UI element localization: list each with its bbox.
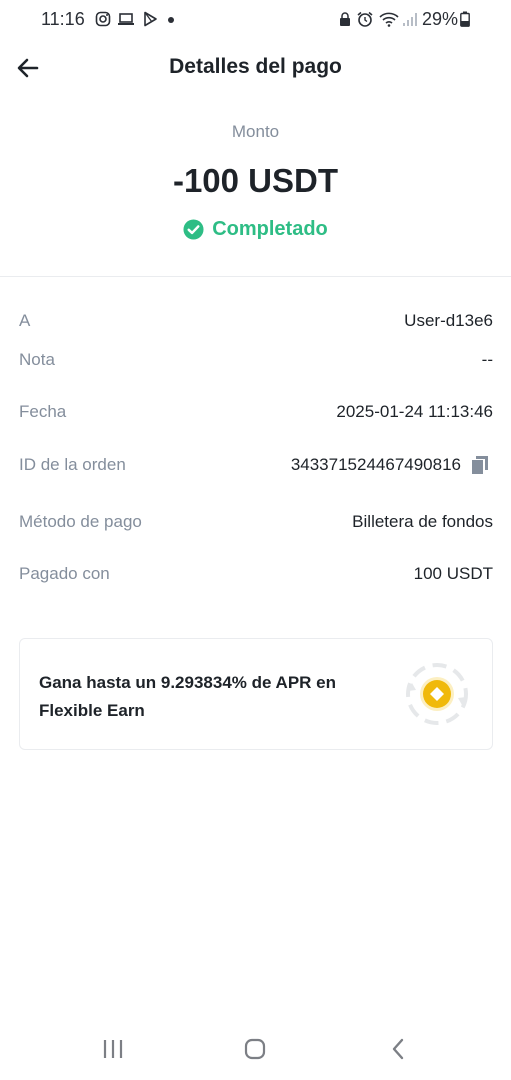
earn-promo-line1: Gana hasta un 9.293834% de APR en bbox=[39, 673, 336, 692]
earn-promo-line2: Flexible Earn bbox=[39, 701, 145, 720]
alarm-icon bbox=[357, 11, 373, 27]
earn-promo-text: Gana hasta un 9.293834% de APR en Flexib… bbox=[39, 669, 359, 725]
detail-value: -- bbox=[481, 350, 493, 369]
home-icon[interactable] bbox=[244, 1038, 266, 1060]
detail-value: 2025-01-24 11:13:46 bbox=[336, 402, 493, 421]
detail-value: 100 USDT bbox=[413, 564, 493, 583]
status-time: 11:16 bbox=[41, 9, 85, 29]
system-nav-bar bbox=[0, 1020, 511, 1080]
detail-label: Pagado con bbox=[19, 564, 110, 583]
detail-value: User-d13e6 bbox=[404, 311, 493, 330]
detail-row-order-id: ID de la orden 343371524467490816 bbox=[19, 455, 493, 479]
status-badge: Completado bbox=[0, 218, 511, 241]
notification-dot bbox=[168, 17, 174, 23]
detail-row-date: Fecha 2025-01-24 11:13:46 bbox=[19, 402, 493, 426]
earn-coin-icon bbox=[406, 663, 468, 725]
lock-icon bbox=[340, 12, 350, 26]
back-nav-icon[interactable] bbox=[388, 1038, 410, 1060]
battery-percent: 29% bbox=[422, 9, 459, 29]
signal-icon bbox=[403, 13, 417, 26]
detail-label: Nota bbox=[19, 350, 55, 369]
detail-label: ID de la orden bbox=[19, 455, 126, 474]
status-text: Completado bbox=[212, 218, 328, 240]
amount-label: Monto bbox=[231, 122, 280, 141]
instagram-icon bbox=[95, 11, 111, 27]
section-divider bbox=[0, 276, 511, 277]
amount-value: -100 USDT bbox=[172, 162, 339, 199]
check-circle-icon bbox=[183, 219, 204, 240]
detail-row-payment-method: Método de pago Billetera de fondos bbox=[19, 512, 493, 536]
wifi-icon bbox=[379, 12, 399, 27]
detail-label: Fecha bbox=[19, 402, 67, 421]
app-header: Detalles del pago bbox=[0, 40, 511, 96]
detail-row-note: Nota -- bbox=[19, 350, 493, 374]
detail-label: A bbox=[19, 311, 31, 330]
detail-row-recipient: A User-d13e6 bbox=[19, 311, 493, 335]
detail-row-paid-with: Pagado con 100 USDT bbox=[19, 564, 493, 588]
detail-label: Método de pago bbox=[19, 512, 142, 531]
play-store-icon bbox=[144, 11, 157, 27]
battery-icon bbox=[460, 11, 470, 27]
order-id-value: 343371524467490816 bbox=[290, 455, 461, 474]
flexible-earn-banner[interactable]: Gana hasta un 9.293834% de APR en Flexib… bbox=[19, 638, 493, 750]
page-title: Detalles del pago bbox=[169, 55, 342, 78]
detail-value: Billetera de fondos bbox=[352, 512, 493, 531]
recent-apps-icon[interactable] bbox=[102, 1038, 124, 1060]
copy-icon[interactable] bbox=[471, 455, 489, 475]
laptop-icon bbox=[118, 13, 134, 25]
status-bar: 11:16 29% bbox=[0, 0, 511, 40]
